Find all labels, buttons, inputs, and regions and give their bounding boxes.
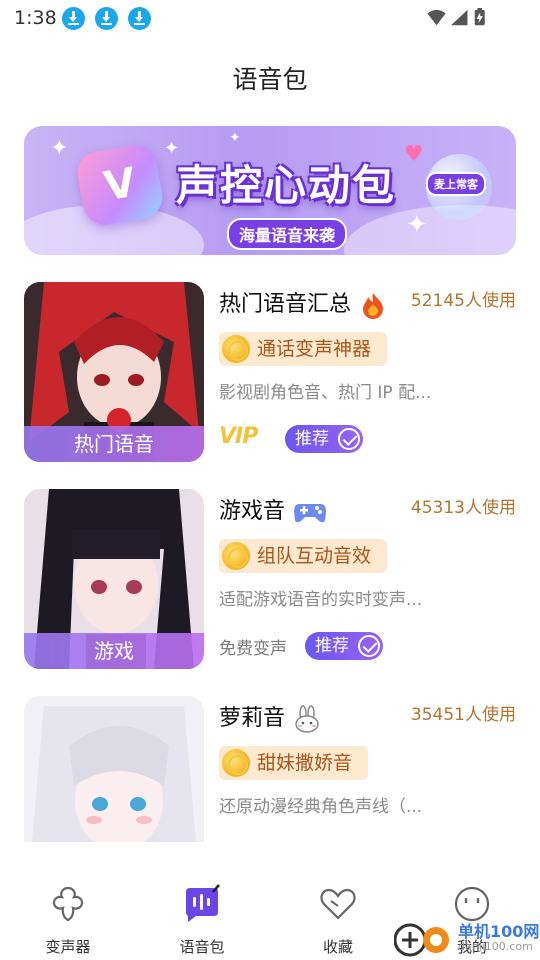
download-icon [128, 7, 151, 30]
site-watermark: 单机100网 danji100.com [394, 918, 540, 960]
download-icon [95, 7, 118, 30]
tab-voice-pack[interactable]: 语音包 [152, 870, 252, 960]
download-icon [62, 7, 85, 30]
voice-pack-description: 影视剧角色音、热门 IP 配... [219, 383, 432, 403]
page-title: 语音包 [232, 65, 308, 94]
banner-subtitle: 海量语音来袭 [227, 218, 348, 250]
watermark-logo [394, 923, 449, 957]
tab-voice-changer[interactable]: 变声器 [18, 870, 118, 960]
voice-pack-description: 还原动漫经典角色声线（... [219, 797, 423, 817]
check-icon [338, 428, 360, 450]
thumbnail-caption: 游戏 [24, 633, 204, 669]
sparkle-icon: ✦ [406, 210, 428, 240]
voice-pack-thumbnail [24, 696, 204, 842]
vip-badge: VIP [219, 424, 258, 449]
bunny-icon [295, 705, 319, 733]
usage-count: 52145人使用 [410, 291, 516, 311]
voice-pack-thumbnail: 热门语音 [24, 282, 204, 462]
voice-pack-icon [186, 884, 220, 922]
tab-label: 语音包 [179, 938, 225, 956]
feature-chip: 通话变声神器 [219, 332, 388, 366]
thumbnail-caption: 热门语音 [24, 426, 204, 462]
heart-icon [320, 888, 356, 920]
voice-pack-name: 游戏音 [219, 493, 327, 526]
usage-count: 35451人使用 [410, 705, 516, 725]
heart-icon: ♥ [404, 142, 424, 167]
signal-icon [451, 9, 468, 26]
feature-chip: 组队互动音效 [219, 539, 388, 573]
recommend-badge[interactable]: 推荐 [285, 425, 363, 453]
gamepad-icon [294, 504, 327, 523]
feature-chip: 甜妹撒娇音 [219, 746, 369, 780]
sparkle-icon: ✦ [50, 136, 69, 161]
banner-tag: 麦上常客 [426, 172, 486, 196]
list-item[interactable]: 热门语音 热门语音汇总 52145人使用 通话变声神器 影视剧角色音、热门 IP… [0, 270, 540, 470]
list-item[interactable]: 萝莉音 35451人使用 甜妹撒娇音 还原动漫经典角色声线（... [0, 684, 540, 842]
watermark-url: danji100.com [458, 940, 533, 953]
fire-icon [363, 293, 384, 319]
voice-pack-name: 热门语音汇总 [219, 286, 387, 319]
tab-favorites[interactable]: 收藏 [288, 870, 388, 960]
tab-label: 收藏 [322, 938, 353, 956]
tab-label: 变声器 [45, 938, 91, 956]
free-label: 免费变声 [219, 639, 287, 659]
status-time: 1:38 [14, 7, 57, 29]
voice-pack-list[interactable]: 热门语音 热门语音汇总 52145人使用 通话变声神器 影视剧角色音、热门 IP… [0, 270, 540, 842]
watermark-text: 单机100网 [458, 922, 540, 941]
voice-changer-icon [52, 886, 84, 922]
system-status-icons [427, 8, 485, 26]
voice-pack-name: 萝莉音 [219, 700, 321, 733]
coin-icon [222, 335, 250, 363]
thumbnail-image [24, 696, 204, 842]
voice-pack-thumbnail: 游戏 [24, 489, 204, 669]
coin-icon [222, 542, 250, 570]
usage-count: 45313人使用 [410, 498, 516, 518]
sparkle-icon: ✦ [229, 130, 241, 146]
promo-banner[interactable]: ✦ ✦ ✦ ✦ V 声控心动包 海量语音来袭 ♥ 麦上常客 [24, 126, 516, 255]
coin-icon [222, 749, 250, 777]
banner-headline: 声控心动包 [176, 161, 397, 210]
recommend-badge[interactable]: 推荐 [305, 632, 383, 660]
voice-pack-description: 适配游戏语音的实时变声... [219, 590, 423, 610]
list-item[interactable]: 游戏 游戏音 45313人使用 组队互动音效 适配游戏语音的实时变声... 免费… [0, 477, 540, 677]
check-icon [358, 635, 380, 657]
wifi-icon [427, 9, 446, 26]
status-bar: 1:38 [0, 0, 540, 36]
